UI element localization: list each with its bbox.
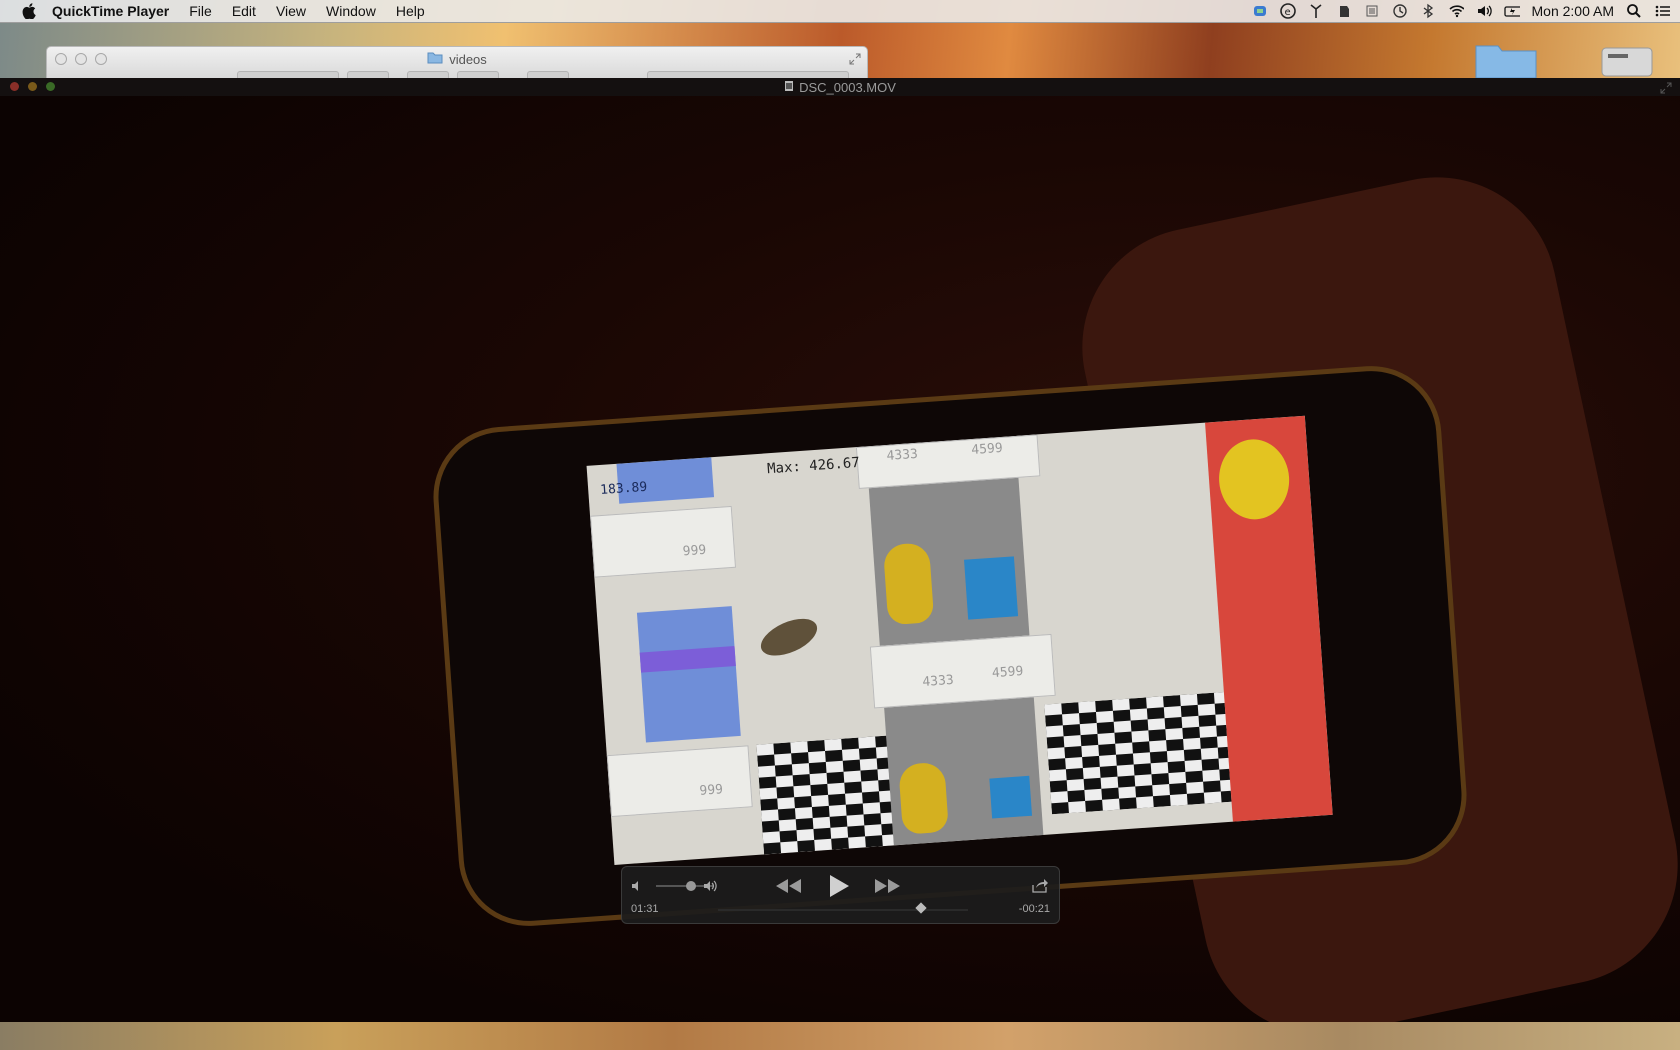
list-icon[interactable]: [1364, 3, 1380, 19]
player-traffic-lights: [10, 82, 55, 91]
playback-controls: 01:31 -00:21: [621, 866, 1060, 924]
menu-clock[interactable]: Mon 2:00 AM: [1532, 3, 1615, 19]
menu-bar: QuickTime Player File Edit View Window H…: [0, 0, 1680, 23]
video-barrel-value: 999: [682, 542, 707, 560]
wifi-icon[interactable]: [1448, 3, 1464, 19]
video-blue-box: [989, 775, 1033, 819]
video-pillar-cap: [869, 633, 1056, 709]
volume-high-icon[interactable]: [702, 878, 720, 894]
spotlight-icon[interactable]: [1626, 3, 1642, 19]
player-zoom-button[interactable]: [46, 82, 55, 91]
timeline-scrubber[interactable]: [718, 909, 968, 911]
video-barrel-value: 4333: [921, 672, 955, 690]
video-phone-screen: 183.89 Max: 426.67 4333 4599 999 4333 45…: [586, 415, 1333, 865]
svg-text:e: e: [1284, 7, 1290, 18]
video-yellow-bottle: [882, 542, 935, 626]
video-blue-box: [964, 556, 1019, 620]
rewind-button[interactable]: [774, 877, 802, 895]
menu-view[interactable]: View: [276, 3, 306, 19]
menu-file[interactable]: File: [189, 3, 212, 19]
battery-icon[interactable]: [1503, 3, 1520, 19]
volume-slider-knob[interactable]: [685, 881, 696, 891]
menu-window[interactable]: Window: [326, 3, 376, 19]
playhead[interactable]: [914, 902, 927, 914]
menu-edit[interactable]: Edit: [232, 3, 256, 19]
video-yellow-bottle: [898, 761, 949, 835]
remaining-time: -00:21: [1018, 903, 1050, 915]
elapsed-time: 01:31: [631, 903, 659, 915]
fast-forward-button[interactable]: [874, 877, 902, 895]
menu-app-name[interactable]: QuickTime Player: [52, 3, 169, 19]
apple-menu-icon[interactable]: [20, 3, 38, 19]
volume-low-icon[interactable]: [630, 879, 644, 893]
e-circle-icon[interactable]: e: [1279, 3, 1296, 19]
share-icon[interactable]: [1031, 878, 1049, 894]
finder-fullscreen-icon[interactable]: [849, 52, 861, 65]
finder-title-text: videos: [449, 51, 487, 67]
player-minimize-button[interactable]: [28, 82, 37, 91]
antenna-icon[interactable]: [1308, 3, 1324, 19]
folder-icon: [427, 51, 443, 67]
video-blue-pillar: [636, 606, 741, 743]
menu-help[interactable]: Help: [396, 3, 425, 19]
finder-title: videos: [47, 51, 867, 67]
video-barrel-value: 4599: [970, 440, 1004, 459]
video-barrel-value: 4333: [886, 446, 919, 464]
video-fly-sprite: [755, 611, 823, 664]
video-pillar-cap: [590, 505, 737, 578]
evernote-icon[interactable]: [1336, 3, 1352, 19]
video-max-text: Max: 426.67: [766, 454, 861, 478]
time-machine-icon[interactable]: [1392, 3, 1408, 19]
player-close-button[interactable]: [10, 82, 19, 91]
video-pillar-cap: [606, 745, 753, 818]
player-title-bar: DSC_0003.MOV: [0, 78, 1680, 96]
wallpaper-bottom: [0, 1022, 1680, 1050]
play-button[interactable]: [826, 873, 852, 899]
notification-center-icon[interactable]: [1654, 3, 1670, 19]
movie-file-icon: [784, 80, 794, 95]
desktop-folder-icon[interactable]: [1474, 38, 1538, 83]
finder-window[interactable]: videos: [46, 46, 868, 81]
player-window-title: DSC_0003.MOV: [799, 79, 896, 95]
status-area: e Mon 2:00 AM: [1252, 0, 1670, 22]
bluetooth-icon[interactable]: [1420, 3, 1436, 19]
volume-icon[interactable]: [1476, 3, 1492, 19]
tincan-icon[interactable]: [1252, 3, 1268, 19]
player-fullscreen-icon[interactable]: [1660, 81, 1672, 94]
video-checker-floor: [1044, 692, 1232, 815]
video-checker-floor: [756, 735, 894, 855]
video-barrel-value: 4599: [991, 663, 1024, 682]
video-phone: 183.89 Max: 426.67 4333 4599 999 4333 45…: [428, 361, 1472, 931]
video-barrel-value: 999: [699, 782, 724, 799]
